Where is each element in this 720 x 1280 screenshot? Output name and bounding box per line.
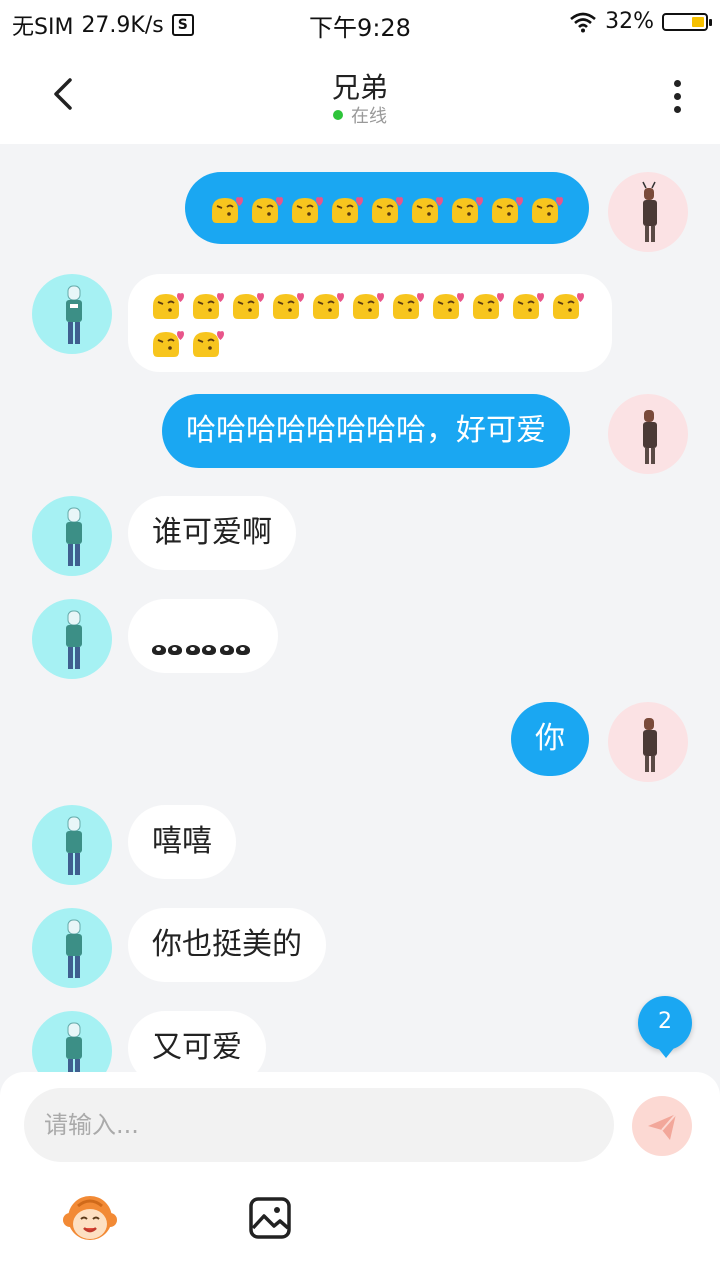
message-text: 又可爱 [152,1030,242,1065]
message-text: 谁可爱啊 [152,515,272,550]
wifi-icon [570,12,596,32]
contact-avatar[interactable] [32,274,112,354]
message-bubble-received[interactable] [128,599,278,673]
kiss-emoji [193,293,224,319]
kiss-emoji [513,293,544,319]
kiss-emoji [233,293,264,319]
emoji-row [152,630,254,665]
kiss-emoji [372,197,403,223]
kiss-emoji [313,293,344,319]
kiss-emoji [153,293,184,319]
kiss-emoji [452,197,483,223]
battery-level [691,16,704,27]
message-text: 你也挺美的 [152,927,302,962]
message-bubble-received[interactable]: 嘻嘻 [128,805,236,879]
kiss-emoji [273,293,304,319]
message-bubble-sent[interactable]: 哈哈哈哈哈哈哈哈，好可爱 [162,394,570,468]
kiss-emoji [193,331,224,357]
kiss-emoji [553,293,584,319]
contact-avatar[interactable] [32,599,112,679]
contact-avatar[interactable] [32,1011,112,1072]
kiss-emoji [212,197,243,223]
eyes-emoji [220,643,252,657]
message-bubble-received[interactable]: 你也挺美的 [128,908,326,982]
contact-avatar[interactable] [32,805,112,885]
chat-header: 兄弟 在线 [0,46,720,144]
my-avatar[interactable] [608,172,688,252]
more-icon[interactable] [674,80,682,114]
monkey-emoji-icon[interactable] [62,1192,118,1244]
my-avatar[interactable] [608,702,688,782]
kiss-emoji [332,197,363,223]
message-bubble-received[interactable] [128,274,612,372]
battery-percent: 32% [605,9,654,34]
contact-avatar[interactable] [32,908,112,988]
my-avatar[interactable] [608,394,688,474]
emoji-row [150,286,590,360]
message-text: 哈哈哈哈哈哈哈哈，好可爱 [186,413,546,448]
message-bubble-received[interactable]: 谁可爱啊 [128,496,296,570]
kiss-emoji [532,197,563,223]
emoji-row [209,190,565,226]
kiss-emoji [492,197,523,223]
message-text: 嘻嘻 [152,824,212,859]
eyes-emoji [186,643,218,657]
contact-avatar[interactable] [32,496,112,576]
kiss-emoji [292,197,323,223]
message-input[interactable]: 请输入... [24,1088,614,1162]
kiss-emoji [393,293,424,319]
send-button[interactable] [632,1096,692,1156]
online-dot [333,110,343,120]
eyes-emoji [152,643,184,657]
unread-badge[interactable]: 2 [638,996,692,1058]
status-right: 32% [569,9,712,34]
kiss-emoji [412,197,443,223]
kiss-emoji [153,331,184,357]
kiss-emoji [252,197,283,223]
message-bubble-sent[interactable]: 你 [511,702,589,776]
online-status: 在线 [0,102,720,128]
image-icon[interactable] [248,1196,292,1240]
status-bar: 无SIM 27.9K/s S 下午9:28 32% [0,0,720,46]
kiss-emoji [473,293,504,319]
battery-icon [662,12,712,31]
message-bubble-sent[interactable] [185,172,589,244]
online-status-text: 在线 [351,106,387,127]
composer-panel: 请输入... [0,1072,720,1280]
contact-name: 兄弟 [331,71,388,104]
message-text: 你 [535,721,565,756]
kiss-emoji [353,293,384,319]
send-icon [648,1113,677,1140]
kiss-emoji [433,293,464,319]
message-list[interactable]: 哈哈哈哈哈哈哈哈，好可爱 谁可爱啊 你 嘻嘻 你也挺美的 又可爱 [0,144,720,1072]
message-bubble-received[interactable]: 又可爱 [128,1011,266,1072]
